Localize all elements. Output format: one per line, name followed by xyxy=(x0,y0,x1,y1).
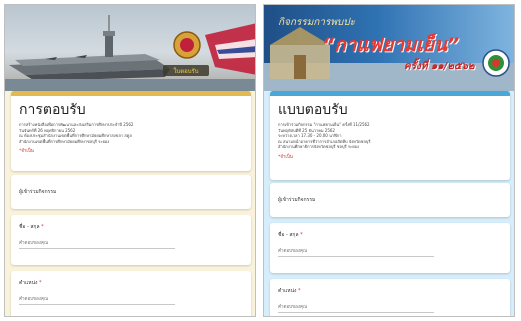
left-question-card-name: ชื่อ - สกุล * xyxy=(11,215,251,265)
right-question-card-name: ชื่อ - สกุล * xyxy=(270,223,510,273)
left-question-name-text: ชื่อ - สกุล xyxy=(19,224,40,230)
right-banner-line-1: กิจกรรมการพบปะ xyxy=(278,17,356,28)
required-star: * xyxy=(41,224,44,230)
right-question-name-label: ชื่อ - สกุล * xyxy=(278,231,502,239)
left-banner-badge: ใบตอบรับ xyxy=(173,68,199,75)
right-section-card: ผู้เข้าร่วมกิจกรรม xyxy=(270,183,510,217)
left-question-name-label: ชื่อ - สกุล * xyxy=(19,223,243,231)
right-section-label: ผู้เข้าร่วมกิจกรรม xyxy=(278,197,316,203)
left-question-position-label: ตำแหน่ง * xyxy=(19,279,243,287)
left-section-card: ผู้เข้าร่วมกิจกรรม xyxy=(11,175,251,209)
right-position-input[interactable] xyxy=(278,303,434,313)
right-name-input[interactable] xyxy=(278,247,434,257)
left-question-card-position: ตำแหน่ง * xyxy=(11,271,251,316)
right-banner-line-2: “กาแฟยามเย็น” xyxy=(322,34,460,56)
aircraft-carrier-image xyxy=(5,15,255,91)
right-question-card-position: ตำแหน่ง * xyxy=(270,279,510,316)
right-question-position-label: ตำแหน่ง * xyxy=(278,287,502,295)
left-form-title: การตอบรับ xyxy=(19,102,86,118)
right-form-description-line-5: สำนักงานศึกษาธิการจังหวัดชลบุรี ชลบุรี ร… xyxy=(278,144,359,149)
left-form-screenshot: ใบตอบรับ การตอบรับ การสร้างหนังสือเพื่อก… xyxy=(4,4,256,317)
right-required-note: *จำเป็น xyxy=(278,154,293,160)
right-form-title: แบบตอบรับ xyxy=(278,102,348,118)
required-star: * xyxy=(298,288,301,294)
left-question-position-text: ตำแหน่ง xyxy=(19,280,38,286)
left-form-description-line-4: สำนักงานเขตพื้นที่การศึกษามัธยมศึกษาชลบุ… xyxy=(19,138,110,144)
left-form-banner: ใบตอบรับ xyxy=(5,5,255,91)
right-question-position-text: ตำแหน่ง xyxy=(278,288,297,294)
right-form-banner: กิจกรรมการพบปะ “กาแฟยามเย็น” ครั้งที่ ๑๑… xyxy=(264,5,514,91)
left-required-note: *จำเป็น xyxy=(19,149,34,154)
left-section-label: ผู้เข้าร่วมกิจกรรม xyxy=(19,189,57,195)
left-form-header-card: การตอบรับ การสร้างหนังสือเพื่อการพัฒนาแล… xyxy=(11,91,251,171)
right-form-header-card: แบบตอบรับ การเข้าร่วมกิจกรรม "กาแฟยามเย็… xyxy=(270,91,510,180)
right-banner-line-3: ครั้งที่ ๑๑/๒๕๖๒ xyxy=(404,61,475,72)
required-star: * xyxy=(300,232,303,238)
right-question-name-text: ชื่อ - สกุล xyxy=(278,232,299,238)
left-name-input[interactable] xyxy=(19,239,175,249)
required-star: * xyxy=(39,280,42,286)
left-position-input[interactable] xyxy=(19,295,175,305)
right-form-screenshot: กิจกรรมการพบปะ “กาแฟยามเย็น” ครั้งที่ ๑๑… xyxy=(263,4,515,317)
